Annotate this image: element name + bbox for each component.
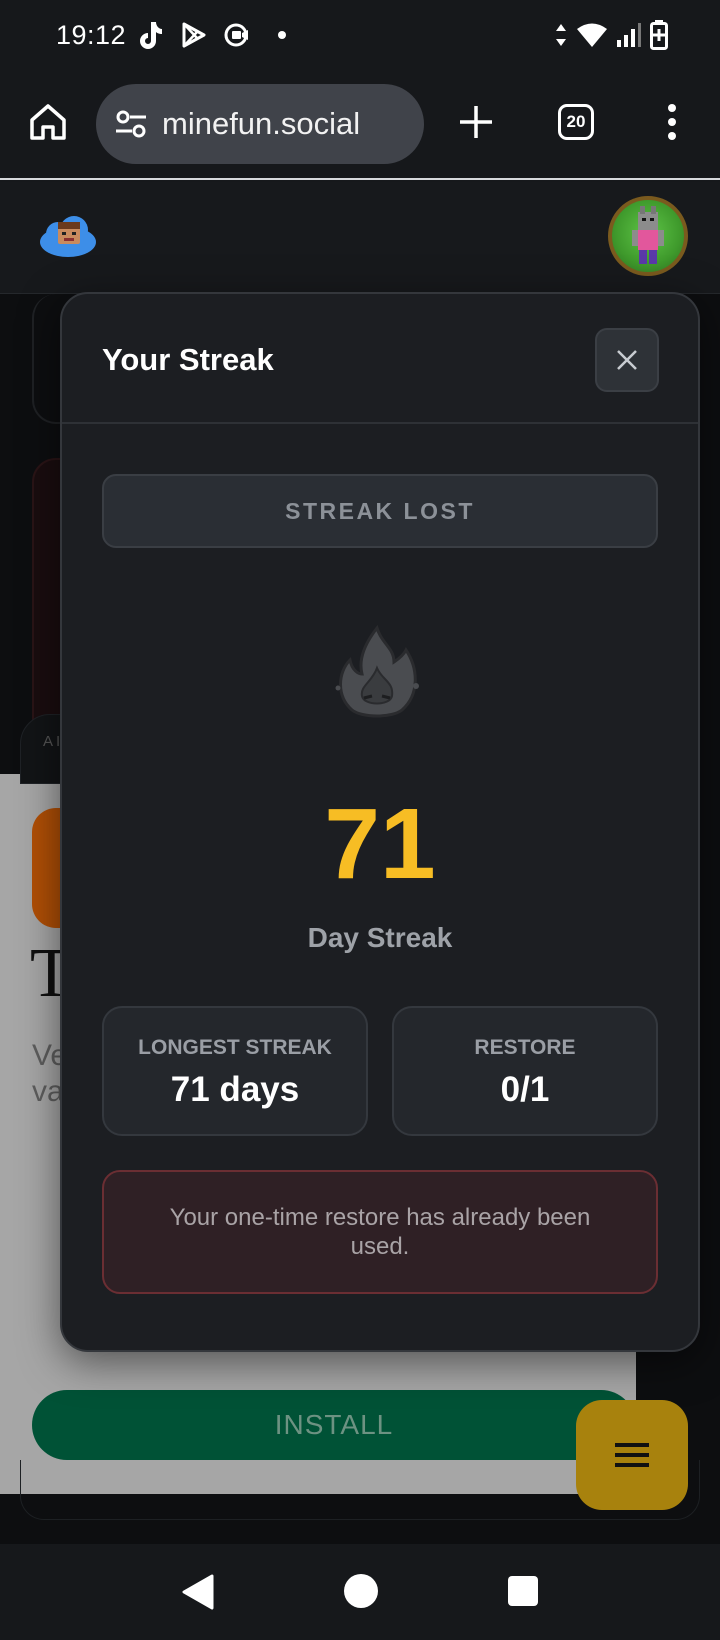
site-settings-icon[interactable] xyxy=(114,109,148,139)
menu-icon xyxy=(615,1443,649,1467)
stat-value: 0/1 xyxy=(500,1070,550,1109)
restore-notice: Your one-time restore has already been u… xyxy=(102,1170,658,1294)
streak-count: 71 xyxy=(324,788,436,900)
tiktok-icon xyxy=(134,18,166,52)
streak-status-badge: STREAK LOST xyxy=(102,474,658,548)
restore-card: RESTORE 0/1 xyxy=(392,1006,658,1136)
status-time: 19:12 xyxy=(56,20,127,50)
tab-switcher[interactable]: 20 xyxy=(558,104,594,140)
system-nav-bar xyxy=(0,1544,720,1640)
recents-icon[interactable] xyxy=(508,1576,538,1606)
flame-icon xyxy=(335,624,419,718)
floating-menu-button[interactable] xyxy=(576,1400,688,1510)
modal-header: Your Streak xyxy=(62,294,698,424)
stat-value: 71 days xyxy=(170,1070,300,1109)
home-nav-icon[interactable] xyxy=(344,1574,378,1608)
close-icon xyxy=(617,350,637,370)
close-button[interactable] xyxy=(595,328,659,392)
notification-dot xyxy=(278,31,286,39)
home-icon[interactable] xyxy=(28,102,68,142)
wifi-icon xyxy=(577,23,607,47)
site-header xyxy=(0,182,720,294)
longest-streak-card: LONGEST STREAK 71 days xyxy=(102,1006,368,1136)
play-store-icon xyxy=(178,18,210,52)
new-tab-icon[interactable] xyxy=(456,102,496,142)
streak-modal: Your Streak STREAK LOST 71 Day Streak LO… xyxy=(60,292,700,1352)
screen-record-icon xyxy=(222,18,254,52)
stat-label: LONGEST STREAK xyxy=(138,1036,332,1059)
status-bar: 19:12 xyxy=(0,0,720,72)
back-icon[interactable] xyxy=(180,1574,214,1610)
stat-label: RESTORE xyxy=(474,1036,576,1059)
install-button[interactable]: INSTALL xyxy=(32,1390,636,1460)
streak-label: Day Streak xyxy=(307,922,453,953)
data-arrows-icon xyxy=(556,24,566,46)
modal-title: Your Streak xyxy=(102,342,274,377)
tab-count: 20 xyxy=(566,112,586,131)
signal-icon xyxy=(617,23,641,47)
battery-charging-icon xyxy=(650,20,668,50)
address-bar[interactable]: minefun.social xyxy=(96,84,424,164)
browser-toolbar: minefun.social 20 xyxy=(0,72,720,180)
url-text: minefun.social xyxy=(162,106,361,141)
user-avatar[interactable] xyxy=(608,196,688,276)
site-logo[interactable] xyxy=(38,214,98,258)
more-menu-icon[interactable] xyxy=(664,102,680,142)
